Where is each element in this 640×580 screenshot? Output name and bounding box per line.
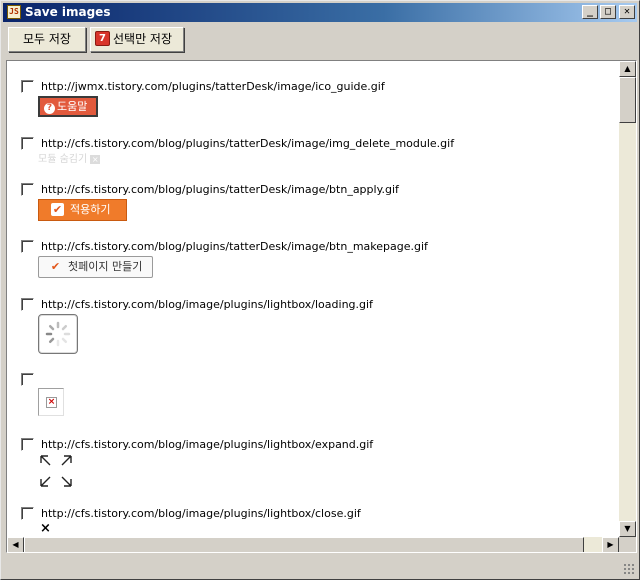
question-icon: ? (44, 103, 55, 114)
close-icon: × (90, 155, 101, 164)
scroll-down-button[interactable]: ▼ (619, 521, 636, 537)
vertical-scrollbar[interactable]: ▲ ▼ (619, 61, 636, 537)
loading-spinner-icon (45, 321, 71, 347)
makepage-image-preview: ✔ 첫페이지 만들기 (38, 256, 153, 278)
item-url: http://cfs.tistory.com/blog/plugins/tatt… (41, 137, 455, 150)
item-checkbox[interactable] (21, 240, 34, 253)
delete-module-image-preview: 모듈 숨김기 × (38, 150, 101, 165)
item-preview: × (40, 521, 51, 536)
expand-arrows-icon (40, 455, 72, 487)
preview-text: 첫페이지 만들기 (68, 260, 143, 273)
close-icon: × (40, 521, 51, 536)
item-checkbox[interactable] (21, 507, 34, 520)
item-url: http://cfs.tistory.com/blog/image/plugin… (41, 438, 374, 451)
item-preview (38, 314, 78, 354)
item-checkbox[interactable] (21, 80, 34, 93)
preview-text: 도움말 (57, 100, 88, 113)
save-selected-button[interactable]: 7 선택만 저장 (90, 27, 184, 52)
save-selected-label: 선택만 저장 (113, 32, 173, 46)
horizontal-scrollbar[interactable]: ◀ ▶ (7, 537, 619, 552)
item-checkbox[interactable] (21, 183, 34, 196)
item-preview: 모듈 숨김기 × (38, 150, 101, 165)
item-url: http://cfs.tistory.com/blog/image/plugin… (41, 507, 361, 520)
image-list-panel: http://jwmx.tistory.com/plugins/tatterDe… (6, 60, 637, 553)
scroll-right-button[interactable]: ▶ (602, 537, 619, 552)
preview-text: 적용하기 (70, 203, 111, 216)
item-checkbox[interactable] (21, 373, 34, 386)
toolbar: 모두 저장 7 선택만 저장 (3, 24, 637, 56)
window-title: Save images (25, 5, 111, 19)
item-checkbox[interactable] (21, 137, 34, 150)
red-save-icon: 7 (95, 31, 110, 46)
item-url: http://cfs.tistory.com/blog/plugins/tatt… (41, 183, 399, 196)
save-all-label: 모두 저장 (23, 32, 71, 46)
item-preview: × (38, 388, 64, 416)
scroll-up-button[interactable]: ▲ (619, 61, 636, 77)
item-preview (38, 453, 74, 492)
save-images-window: JS Save images _ □ ✕ 모두 저장 7 선택만 저장 http:… (0, 0, 640, 580)
save-all-button[interactable]: 모두 저장 (8, 27, 86, 52)
scroll-left-button[interactable]: ◀ (7, 537, 24, 552)
broken-image-icon: × (46, 397, 57, 408)
item-url: http://jwmx.tistory.com/plugins/tatterDe… (41, 80, 385, 93)
item-preview: ✔ 첫페이지 만들기 (38, 256, 153, 278)
item-preview: ✔ 적용하기 (38, 199, 127, 221)
maximize-button[interactable]: □ (600, 5, 616, 19)
vertical-scroll-thumb[interactable] (619, 77, 636, 123)
horizontal-scroll-thumb[interactable] (24, 537, 584, 552)
check-icon: ✔ (50, 259, 61, 273)
resize-grip-icon[interactable] (623, 563, 635, 575)
app-icon: JS (7, 5, 21, 19)
minimize-button[interactable]: _ (582, 5, 598, 19)
scroll-corner (619, 537, 636, 552)
item-url: http://cfs.tistory.com/blog/plugins/tatt… (41, 240, 428, 253)
close-button[interactable]: ✕ (619, 5, 635, 19)
help-image-preview: ? 도움말 (38, 96, 98, 117)
loading-image-preview (38, 314, 78, 354)
preview-text: 모듈 숨김기 (38, 154, 88, 165)
item-preview: ? 도움말 (38, 96, 98, 117)
title-bar[interactable]: JS Save images _ □ ✕ (3, 3, 637, 22)
apply-image-preview: ✔ 적용하기 (38, 199, 127, 221)
item-checkbox[interactable] (21, 438, 34, 451)
item-url: http://cfs.tistory.com/blog/image/plugin… (41, 298, 373, 311)
status-bar (3, 557, 637, 577)
item-checkbox[interactable] (21, 298, 34, 311)
check-icon: ✔ (51, 202, 64, 216)
broken-image-preview: × (38, 388, 64, 416)
image-list: http://jwmx.tistory.com/plugins/tatterDe… (7, 61, 619, 537)
